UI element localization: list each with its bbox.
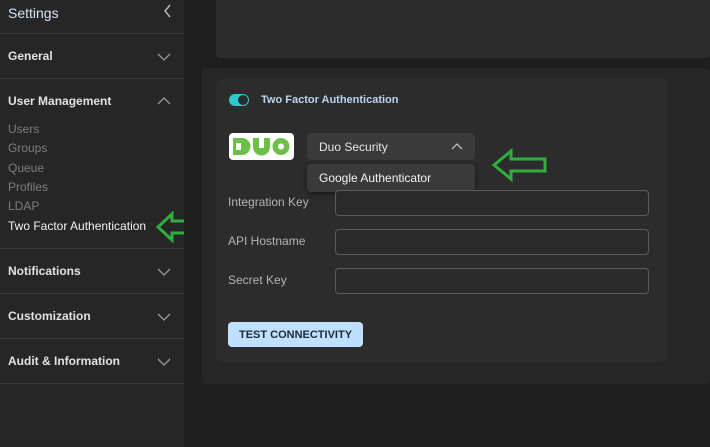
toggle-knob [238, 95, 248, 105]
sidebar-section-label: General [8, 49, 53, 63]
sidebar-section-notifications[interactable]: Notifications [0, 250, 184, 294]
secret-key-field[interactable] [335, 268, 649, 294]
chevron-down-icon [157, 268, 171, 276]
tfa-enable-toggle[interactable] [229, 94, 249, 106]
sidebar-section-audit-information[interactable]: Audit & Information [0, 340, 184, 384]
integration-key-field[interactable] [335, 190, 649, 216]
api-hostname-label: API Hostname [228, 234, 306, 248]
provider-option-google-authenticator[interactable]: Google Authenticator [319, 171, 431, 185]
api-hostname-field[interactable] [335, 229, 649, 255]
collapse-sidebar-icon[interactable] [160, 2, 176, 20]
provider-dropdown-menu: Google Authenticator [307, 164, 475, 192]
sidebar-section-label: User Management [8, 94, 112, 108]
chevron-down-icon [157, 313, 171, 321]
provider-select-value: Duo Security [319, 140, 388, 154]
annotation-arrow-left-icon [491, 148, 547, 182]
test-connectivity-button[interactable]: TEST CONNECTIVITY [228, 322, 363, 347]
tfa-title: Two Factor Authentication [261, 94, 399, 106]
chevron-up-icon [157, 97, 171, 105]
integration-key-label: Integration Key [228, 195, 309, 209]
sidebar-item-queue[interactable]: Queue [8, 161, 44, 175]
previous-settings-card [216, 0, 710, 58]
sidebar-item-users[interactable]: Users [8, 122, 39, 136]
secret-key-label: Secret Key [228, 273, 287, 287]
sidebar-section-label: Audit & Information [8, 354, 120, 368]
chevron-up-icon [451, 143, 463, 150]
duo-logo [229, 133, 294, 160]
sidebar-header: Settings [0, 0, 184, 34]
chevron-down-icon [157, 358, 171, 366]
sidebar-item-two-factor-authentication[interactable]: Two Factor Authentication [8, 219, 146, 233]
duo-logo-icon [233, 138, 290, 156]
sidebar-section-customization[interactable]: Customization [0, 295, 184, 339]
main-content: Two Factor Authentication Duo Security G… [184, 0, 710, 447]
provider-select[interactable]: Duo Security [307, 133, 475, 160]
chevron-down-icon [157, 53, 171, 61]
sidebar-item-profiles[interactable]: Profiles [8, 180, 48, 194]
sidebar-item-groups[interactable]: Groups [8, 141, 47, 155]
sidebar-title: Settings [8, 5, 59, 21]
sidebar-item-ldap[interactable]: LDAP [8, 199, 39, 213]
sidebar-section-label: Customization [8, 309, 91, 323]
sidebar-section-label: Notifications [8, 264, 81, 278]
sidebar-section-general[interactable]: General [0, 35, 184, 79]
tfa-card [216, 79, 667, 362]
